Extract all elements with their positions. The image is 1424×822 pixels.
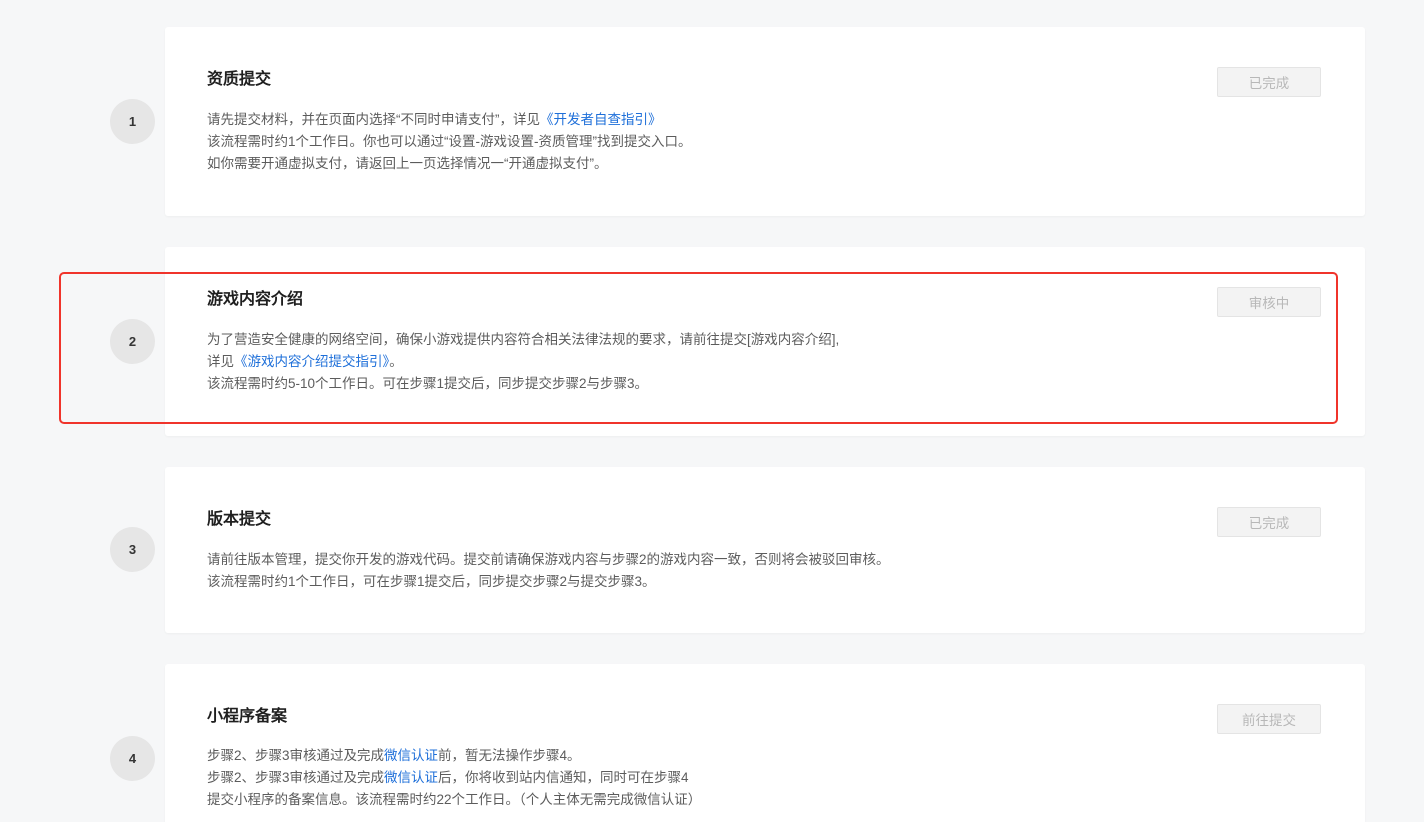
desc-text: 该流程需时约1个工作日。你也可以通过“设置-游戏设置-资质管理”找到提交入口。: [207, 134, 692, 149]
step-card-2: 游戏内容介绍 审核中 为了营造安全健康的网络空间，确保小游戏提供内容符合相关法律…: [165, 247, 1365, 436]
go-submit-button[interactable]: 前往提交: [1217, 704, 1321, 734]
step-number-1: 1: [110, 99, 155, 144]
developer-guide-link[interactable]: 《开发者自查指引》: [540, 112, 662, 127]
content-intro-guide-link[interactable]: 《游戏内容介绍提交指引》: [234, 354, 389, 369]
desc-text: 详见: [207, 354, 234, 369]
wechat-verification-link[interactable]: 微信认证: [384, 748, 438, 763]
desc-text: 步骤2、步骤3审核通过及完成: [207, 770, 385, 785]
step-title: 资质提交: [207, 71, 272, 88]
page: 1 资质提交 已完成 请先提交材料，并在页面内选择“不同时申请支付”，详见《开发…: [0, 0, 1424, 822]
step-number-3: 3: [110, 527, 155, 572]
desc-text: 后，你将收到站内信通知，同时可在步骤4: [438, 770, 689, 785]
step-description: 步骤2、步骤3审核通过及完成微信认证前，暂无法操作步骤4。 步骤2、步骤3审核通…: [207, 745, 701, 811]
step-description: 为了营造安全健康的网络空间，确保小游戏提供内容符合相关法律法规的要求，请前往提交…: [207, 329, 839, 395]
status-button-reviewing[interactable]: 审核中: [1217, 287, 1321, 317]
status-button-completed[interactable]: 已完成: [1217, 67, 1321, 97]
step-card-4: 小程序备案 前往提交 步骤2、步骤3审核通过及完成微信认证前，暂无法操作步骤4。…: [165, 664, 1365, 822]
step-number-4: 4: [110, 736, 155, 781]
step-description: 请前往版本管理，提交你开发的游戏代码。提交前请确保游戏内容与步骤2的游戏内容一致…: [207, 549, 890, 593]
step-description: 请先提交材料，并在页面内选择“不同时申请支付”，详见《开发者自查指引》 该流程需…: [207, 109, 692, 175]
step-title: 游戏内容介绍: [207, 291, 304, 308]
desc-text: 提交小程序的备案信息。该流程需时约22个工作日。（个人主体无需完成微信认证）: [207, 792, 702, 807]
step-title: 小程序备案: [207, 708, 288, 725]
desc-text: 步骤2、步骤3审核通过及完成: [207, 748, 385, 763]
step-card-3: 版本提交 已完成 请前往版本管理，提交你开发的游戏代码。提交前请确保游戏内容与步…: [165, 467, 1365, 633]
desc-text: 如你需要开通虚拟支付，请返回上一页选择情况一“开通虚拟支付”。: [207, 156, 608, 171]
step-number-2: 2: [110, 319, 155, 364]
desc-text: 该流程需时约1个工作日，可在步骤1提交后，同步提交步骤2与提交步骤3。: [207, 574, 656, 589]
desc-text: 请前往版本管理，提交你开发的游戏代码。提交前请确保游戏内容与步骤2的游戏内容一致…: [207, 552, 890, 567]
desc-text: 前，暂无法操作步骤4。: [438, 748, 581, 763]
desc-text: 该流程需时约5-10个工作日。可在步骤1提交后，同步提交步骤2与步骤3。: [207, 376, 649, 391]
desc-text: 为了营造安全健康的网络空间，确保小游戏提供内容符合相关法律法规的要求，请前往提交…: [207, 332, 840, 347]
wechat-verification-link[interactable]: 微信认证: [384, 770, 438, 785]
status-button-completed[interactable]: 已完成: [1217, 507, 1321, 537]
desc-text: 。: [389, 354, 403, 369]
step-title: 版本提交: [207, 511, 272, 528]
step-card-1: 资质提交 已完成 请先提交材料，并在页面内选择“不同时申请支付”，详见《开发者自…: [165, 27, 1365, 216]
desc-text: 请先提交材料，并在页面内选择“不同时申请支付”，详见: [207, 112, 540, 127]
